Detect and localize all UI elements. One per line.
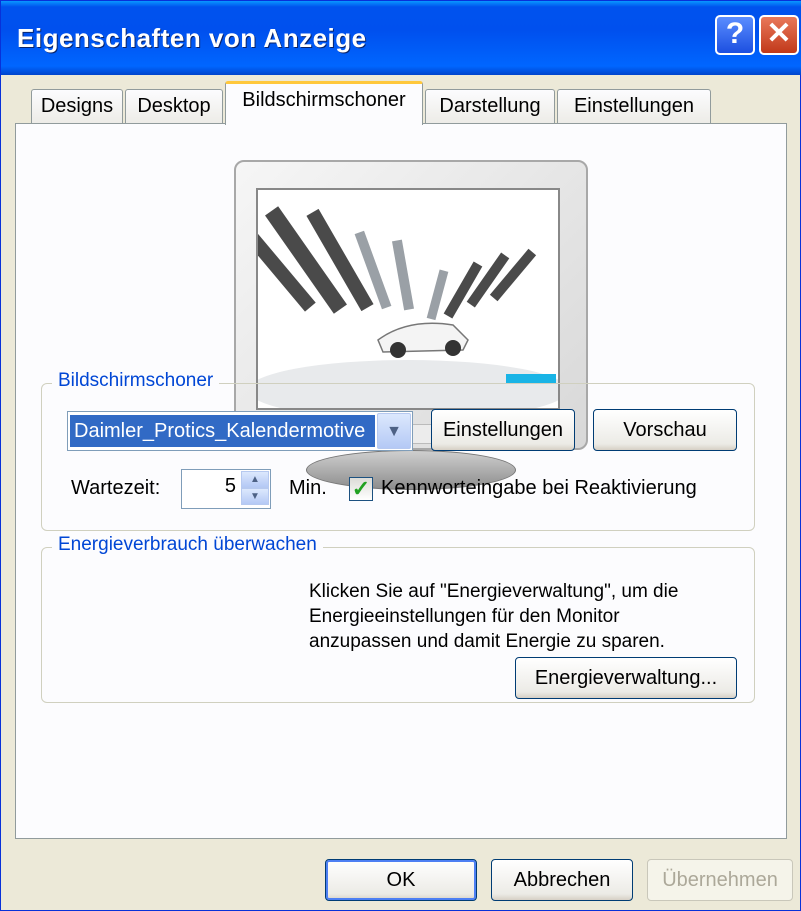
title-bar[interactable]: Eigenschaften von Anzeige ? ✕ (1, 1, 801, 75)
close-icon: ✕ (766, 17, 792, 50)
screensaver-select-value: Daimler_Protics_Kalendermotive (70, 415, 375, 447)
password-checkbox[interactable]: ✓ (349, 477, 373, 501)
tab-designs[interactable]: Designs (31, 89, 123, 125)
preview-button[interactable]: Vorschau (593, 409, 737, 451)
close-button[interactable]: ✕ (759, 15, 799, 55)
screensaver-group-label: Bildschirmschoner (52, 370, 220, 392)
wait-unit: Min. (289, 477, 327, 499)
wait-time-stepper[interactable]: 5 ▲ ▼ (181, 469, 271, 509)
spin-up-icon[interactable]: ▲ (241, 471, 269, 488)
help-button[interactable]: ? (715, 15, 755, 55)
chevron-down-icon[interactable]: ▼ (377, 413, 411, 449)
screensaver-preview-image (258, 190, 558, 408)
energy-info-line: Klicken Sie auf "Energieverwaltung", um … (309, 581, 679, 602)
tab-darstellung[interactable]: Darstellung (425, 89, 555, 125)
energy-info-text: Klicken Sie auf "Energieverwaltung", um … (309, 579, 749, 654)
tab-einstellungen[interactable]: Einstellungen (557, 89, 711, 125)
cancel-button[interactable]: Abbrechen (491, 859, 633, 901)
screensaver-settings-button[interactable]: Einstellungen (431, 409, 575, 451)
wait-label: Wartezeit: (71, 477, 161, 499)
checkmark-icon: ✓ (351, 476, 371, 501)
tab-bildschirmschoner[interactable]: Bildschirmschoner (225, 81, 423, 125)
energy-group-label: Energieverbrauch überwachen (52, 534, 323, 556)
energy-management-button[interactable]: Energieverwaltung... (515, 657, 737, 699)
window-title: Eigenschaften von Anzeige (17, 23, 367, 53)
preview-screen (256, 188, 560, 410)
wait-time-value: 5 (224, 475, 236, 497)
spin-down-icon[interactable]: ▼ (241, 488, 269, 505)
screensaver-select[interactable]: Daimler_Protics_Kalendermotive ▼ (67, 411, 413, 451)
apply-button: Übernehmen (647, 859, 793, 901)
dialog-window: Eigenschaften von Anzeige ? ✕ Designs De… (0, 0, 801, 911)
energy-info-line: anzupassen und damit Energie zu sparen. (309, 631, 665, 652)
help-icon: ? (725, 17, 745, 50)
tab-desktop[interactable]: Desktop (125, 89, 223, 125)
screensaver-group: Bildschirmschoner (41, 370, 755, 531)
energy-info-line: Energieeinstellungen für den Monitor (309, 606, 620, 627)
ok-button[interactable]: OK (325, 859, 477, 901)
password-label[interactable]: Kennworteingabe bei Reaktivierung (381, 477, 697, 500)
